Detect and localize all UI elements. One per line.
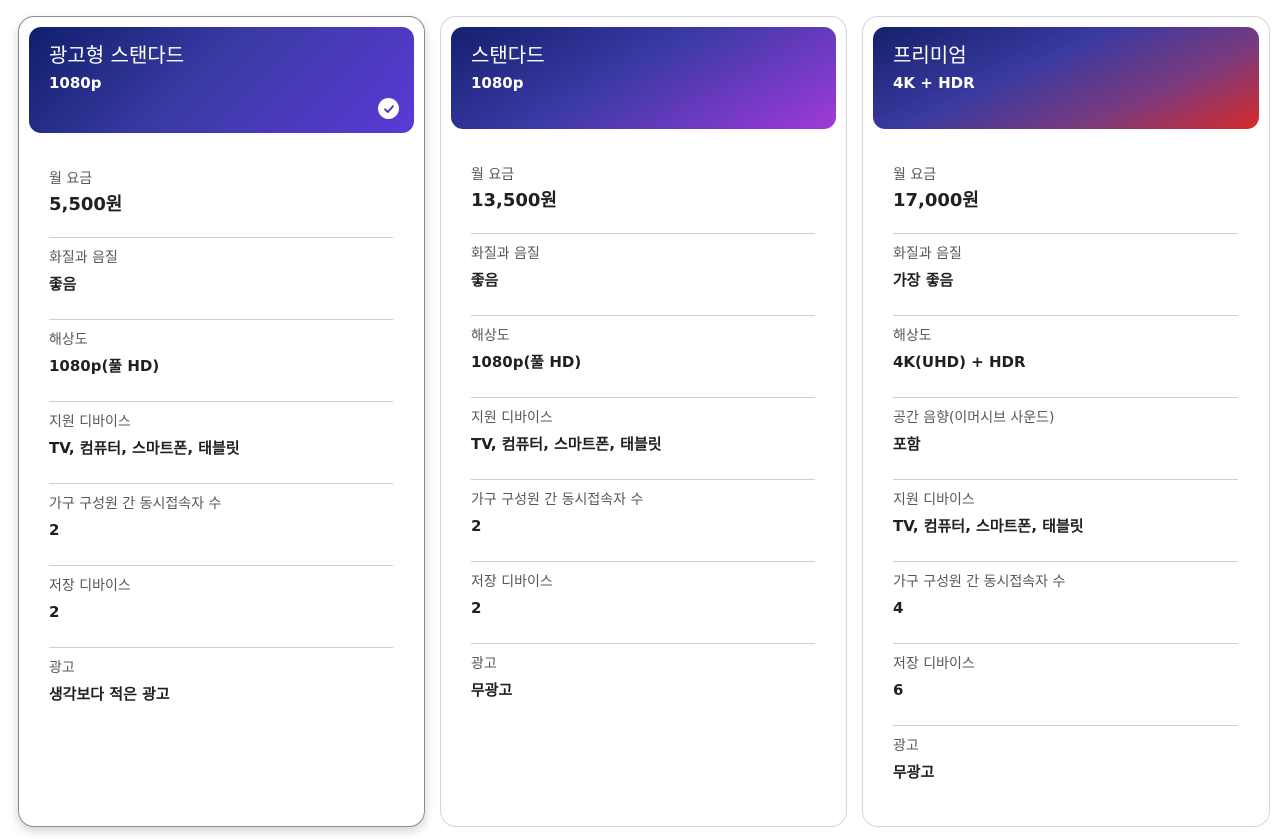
feature-row: 저장 디바이스 2 [49, 566, 393, 648]
feature-value: 2 [471, 517, 482, 535]
feature-label: 해상도 [471, 328, 510, 344]
feature-value: TV, 컴퓨터, 스마트폰, 태블릿 [471, 435, 662, 453]
plan-name: 스탠다드 [471, 43, 545, 67]
feature-label: 저장 디바이스 [49, 578, 131, 594]
feature-label: 월 요금 [471, 167, 515, 183]
feature-value: 포함 [893, 435, 921, 453]
feature-label: 화질과 음질 [49, 250, 118, 266]
feature-row: 지원 디바이스 TV, 컴퓨터, 스마트폰, 태블릿 [893, 480, 1238, 562]
feature-label: 지원 디바이스 [471, 410, 553, 426]
feature-row: 광고 생각보다 적은 광고 [49, 648, 393, 730]
feature-row: 가구 구성원 간 동시접속자 수 2 [471, 480, 815, 562]
feature-row: 저장 디바이스 6 [893, 644, 1238, 726]
feature-row: 저장 디바이스 2 [471, 562, 815, 644]
feature-row: 월 요금 13,500원 [471, 165, 815, 234]
feature-label: 가구 구성원 간 동시접속자 수 [893, 574, 1066, 590]
feature-value: 좋음 [49, 275, 77, 293]
plan-features: 월 요금 5,500원 화질과 음질 좋음 해상도 1080p(풀 HD) 지원… [49, 169, 393, 730]
plan-name: 프리미엄 [893, 43, 967, 67]
feature-value: 2 [471, 599, 482, 617]
feature-label: 가구 구성원 간 동시접속자 수 [49, 496, 222, 512]
plan-resolution: 1080p [471, 74, 524, 92]
feature-row: 지원 디바이스 TV, 컴퓨터, 스마트폰, 태블릿 [471, 398, 815, 480]
feature-row: 공간 음향(이머시브 사운드) 포함 [893, 398, 1238, 480]
plan-header: 스탠다드 1080p [451, 27, 836, 129]
feature-row: 광고 무광고 [893, 726, 1238, 808]
feature-row: 화질과 음질 가장 좋음 [893, 234, 1238, 316]
feature-row: 화질과 음질 좋음 [49, 238, 393, 320]
feature-label: 월 요금 [893, 167, 937, 183]
feature-value: TV, 컴퓨터, 스마트폰, 태블릿 [49, 439, 240, 457]
feature-row: 해상도 1080p(풀 HD) [471, 316, 815, 398]
feature-value: TV, 컴퓨터, 스마트폰, 태블릿 [893, 517, 1084, 535]
feature-value: 6 [893, 681, 904, 699]
feature-value: 무광고 [893, 763, 935, 781]
feature-row: 가구 구성원 간 동시접속자 수 2 [49, 484, 393, 566]
feature-label: 지원 디바이스 [49, 414, 131, 430]
feature-value: 1080p(풀 HD) [49, 357, 160, 375]
feature-row: 가구 구성원 간 동시접속자 수 4 [893, 562, 1238, 644]
feature-label: 광고 [471, 656, 497, 672]
feature-value: 1080p(풀 HD) [471, 353, 582, 371]
feature-label: 화질과 음질 [893, 246, 962, 262]
feature-label: 광고 [893, 738, 919, 754]
feature-value: 무광고 [471, 681, 513, 699]
monthly-price: 13,500원 [471, 190, 558, 211]
plan-name: 광고형 스탠다드 [49, 43, 185, 67]
plan-selection: 광고형 스탠다드 1080p 월 요금 5,500원 화질과 음질 좋음 해상도… [0, 0, 1280, 839]
feature-row: 광고 무광고 [471, 644, 815, 726]
feature-row: 월 요금 17,000원 [893, 165, 1238, 234]
feature-label: 해상도 [49, 332, 88, 348]
plan-features: 월 요금 13,500원 화질과 음질 좋음 해상도 1080p(풀 HD) 지… [471, 165, 815, 726]
feature-label: 공간 음향(이머시브 사운드) [893, 410, 1055, 426]
feature-label: 가구 구성원 간 동시접속자 수 [471, 492, 644, 508]
feature-label: 광고 [49, 660, 75, 676]
monthly-price: 5,500원 [49, 194, 123, 215]
feature-row: 해상도 4K(UHD) + HDR [893, 316, 1238, 398]
monthly-price: 17,000원 [893, 190, 980, 211]
feature-value: 4K(UHD) + HDR [893, 353, 1026, 371]
feature-row: 월 요금 5,500원 [49, 169, 393, 238]
feature-label: 지원 디바이스 [893, 492, 975, 508]
feature-label: 저장 디바이스 [893, 656, 975, 672]
feature-value: 2 [49, 603, 60, 621]
plan-features: 월 요금 17,000원 화질과 음질 가장 좋음 해상도 4K(UHD) + … [893, 165, 1238, 808]
check-circle-icon [378, 98, 399, 119]
feature-label: 저장 디바이스 [471, 574, 553, 590]
feature-value: 2 [49, 521, 60, 539]
feature-row: 해상도 1080p(풀 HD) [49, 320, 393, 402]
feature-value: 좋음 [471, 271, 499, 289]
feature-label: 화질과 음질 [471, 246, 540, 262]
feature-label: 월 요금 [49, 171, 93, 187]
feature-row: 지원 디바이스 TV, 컴퓨터, 스마트폰, 태블릿 [49, 402, 393, 484]
feature-value: 생각보다 적은 광고 [49, 685, 170, 703]
feature-row: 화질과 음질 좋음 [471, 234, 815, 316]
feature-value: 4 [893, 599, 904, 617]
feature-value: 가장 좋음 [893, 271, 954, 289]
plan-card-standard-with-ads[interactable]: 광고형 스탠다드 1080p 월 요금 5,500원 화질과 음질 좋음 해상도… [18, 16, 425, 827]
feature-label: 해상도 [893, 328, 932, 344]
plan-resolution: 1080p [49, 74, 102, 92]
plan-header: 광고형 스탠다드 1080p [29, 27, 414, 133]
plan-header: 프리미엄 4K + HDR [873, 27, 1259, 129]
plan-resolution: 4K + HDR [893, 74, 975, 92]
plan-card-standard[interactable]: 스탠다드 1080p 월 요금 13,500원 화질과 음질 좋음 해상도 10… [440, 16, 847, 827]
plan-card-premium[interactable]: 프리미엄 4K + HDR 월 요금 17,000원 화질과 음질 가장 좋음 … [862, 16, 1270, 827]
